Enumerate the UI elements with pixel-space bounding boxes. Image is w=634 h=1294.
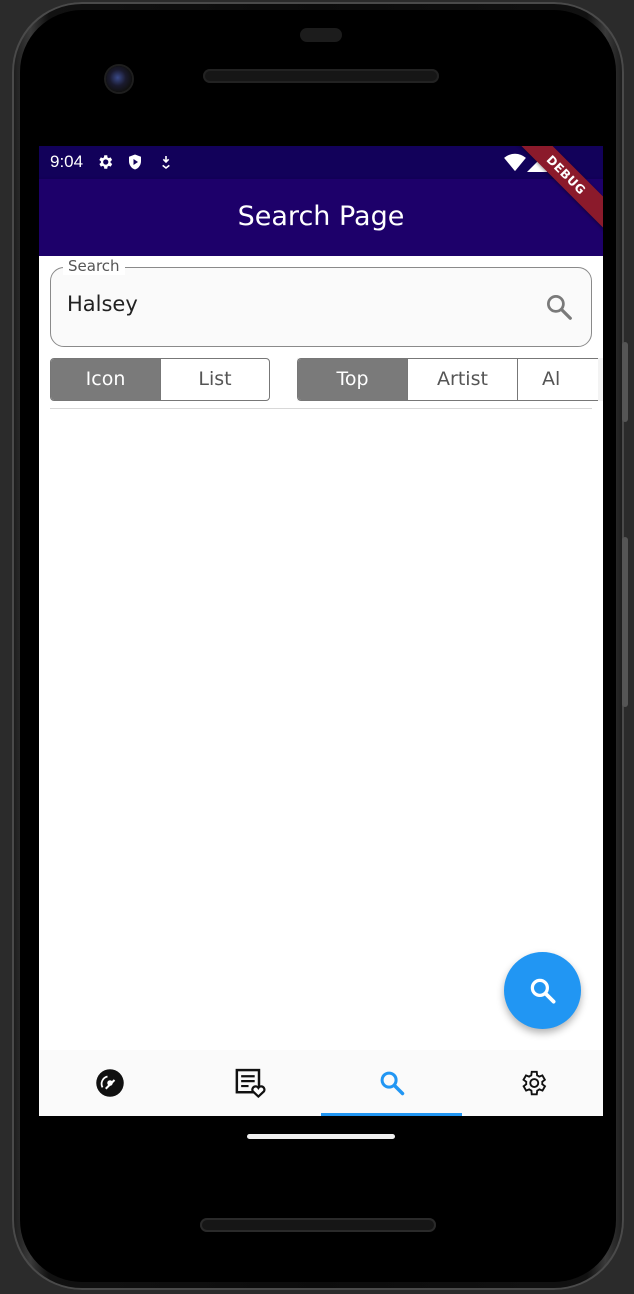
volume-button — [622, 342, 628, 422]
shield-icon — [129, 154, 141, 170]
filter-toggle: Top Artist Al — [297, 358, 598, 401]
nav-item-library[interactable] — [39, 1050, 180, 1116]
search-icon — [530, 978, 555, 1003]
app-bar: Search Page — [39, 179, 603, 256]
status-bar: 9:04 — [39, 146, 603, 179]
settings-icon — [99, 155, 113, 169]
app-screen: 9:04 Search Page DEBUG Search Halsey Ico… — [39, 146, 603, 1116]
power-button — [622, 537, 628, 707]
bottom-navigation — [39, 1050, 603, 1116]
filter-album[interactable]: Al — [518, 359, 598, 400]
search-icon[interactable] — [544, 292, 574, 322]
download-icon — [162, 156, 170, 170]
earpiece-speaker — [203, 69, 439, 83]
search-label: Search — [63, 257, 125, 275]
status-time: 9:04 — [50, 152, 84, 171]
page-title: Search Page — [237, 201, 405, 232]
filter-top[interactable]: Top — [298, 359, 408, 400]
toggle-list-view[interactable]: List — [161, 359, 269, 400]
nav-item-settings[interactable] — [462, 1050, 603, 1116]
wifi-icon — [504, 153, 526, 172]
search-input[interactable]: Search Halsey — [50, 257, 592, 347]
front-camera — [106, 66, 132, 92]
disc-icon — [95, 1069, 124, 1097]
proximity-sensor — [300, 28, 342, 42]
nav-item-favorites[interactable] — [180, 1050, 321, 1116]
nav-item-search[interactable] — [321, 1050, 462, 1116]
search-content: Search Halsey Icon List Top Artist Al — [39, 256, 603, 1050]
bottom-speaker — [200, 1218, 436, 1232]
filter-toggle-scroller[interactable]: Top Artist Al — [297, 358, 603, 401]
results-divider — [50, 408, 592, 409]
home-gesture-bar[interactable] — [247, 1134, 395, 1139]
search-icon — [380, 1071, 404, 1096]
settings-icon — [521, 1070, 546, 1096]
search-value: Halsey — [67, 292, 138, 316]
toggle-icon-view[interactable]: Icon — [51, 359, 161, 400]
favorite-list-icon — [235, 1068, 265, 1098]
filter-artist[interactable]: Artist — [408, 359, 518, 400]
search-fab[interactable] — [504, 952, 581, 1029]
view-toggle: Icon List — [50, 358, 270, 401]
